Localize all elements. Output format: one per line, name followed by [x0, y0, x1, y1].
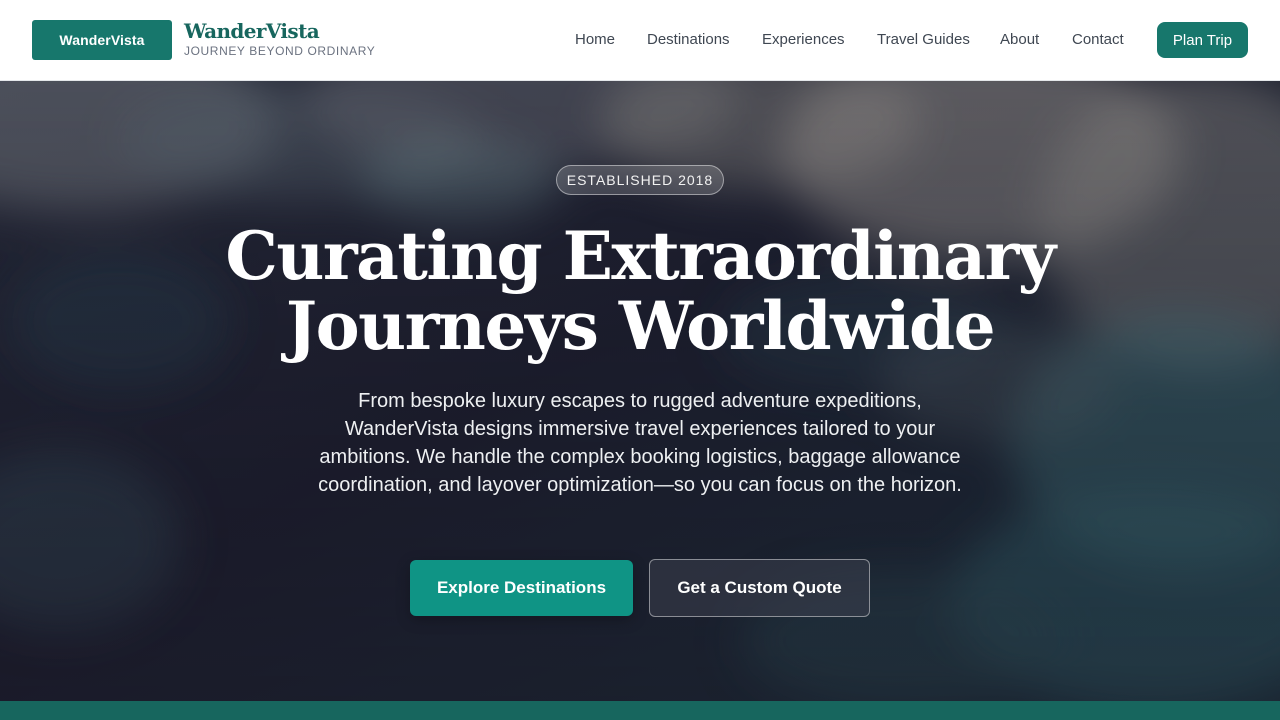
hero-title: Curating Extraordinary Journeys Worldwid…	[140, 221, 1140, 361]
logo-badge[interactable]: WanderVista	[32, 20, 172, 60]
nav-link-home[interactable]: Home	[575, 31, 615, 49]
hero-subtitle: From bespoke luxury escapes to rugged ad…	[318, 390, 962, 496]
plan-trip-button[interactable]: Plan Trip	[1157, 22, 1248, 58]
explore-destinations-button[interactable]: Explore Destinations	[410, 560, 633, 616]
nav-link-about[interactable]: About	[1000, 31, 1039, 49]
nav-link-contact[interactable]: Contact	[1072, 31, 1124, 49]
brand-tagline: JOURNEY BEYOND ORDINARY	[184, 44, 376, 58]
nav-link-travel-guides[interactable]: Travel Guides	[877, 31, 970, 49]
hero-title-line-1: Curating Extraordinary	[225, 217, 1056, 295]
brand-name[interactable]: WanderVista	[184, 19, 320, 43]
nav-link-experiences[interactable]: Experiences	[762, 31, 845, 49]
hero-section: ESTABLISHED 2018 Curating Extraordinary …	[0, 81, 1280, 701]
hero-title-line-2: Journeys Worldwide	[285, 287, 996, 365]
site-header: WanderVista WanderVista JOURNEY BEYOND O…	[0, 0, 1280, 81]
section-divider-strip	[0, 701, 1280, 720]
nav-link-destinations[interactable]: Destinations	[647, 31, 730, 49]
custom-quote-button[interactable]: Get a Custom Quote	[649, 559, 870, 617]
established-badge: ESTABLISHED 2018	[556, 165, 724, 195]
